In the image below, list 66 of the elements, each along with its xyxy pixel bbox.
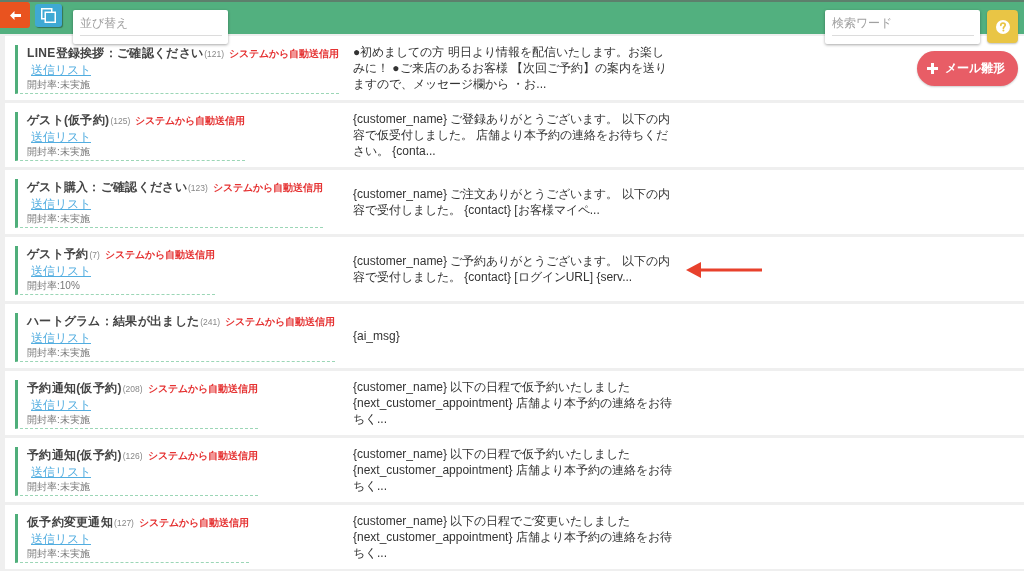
count-label: (208) [122,382,143,396]
send-list-link[interactable]: 送信リスト [31,262,91,279]
open-rate-text: 開封率:未実施 [27,479,90,493]
template-row[interactable]: ハートグラム：結果が出ました(241) システムから自動送信用 送信リスト 開封率:未実施 {ai_msg} [5,304,1024,368]
template-row[interactable]: ゲスト(仮予約)(125) システムから自動送信用 送信リスト 開封率:未実施 {customer_name} ご登録ありがとうございます。 以下の内容で仮受付しました。 店舗より本予約の連絡をお待ちください。 {conta... [5,103,1024,167]
template-row[interactable]: 仮予約変更通知(127) システムから自動送信用 送信リスト 開封率:未実施 {customer_name} 以下の日程でご変更いたしました {next_customer_appointment} 店舗より本予約の連絡をお待ちく... [5,505,1024,569]
message-preview: {customer_name} ご予約ありがとうございます。 以下の内容で受付しました。 {contact} [ログインURL] {serv... [353,253,671,285]
template-row[interactable]: 予約通知(仮予約)(126) システムから自動送信用 送信リスト 開封率:未実施 {customer_name} 以下の日程で仮予約いたしました {next_customer_appointment} 店舗より本予約の連絡をお待ちく... [5,438,1024,502]
template-title: ハートグラム：結果が出ました [27,312,200,329]
send-list-link[interactable]: 送信リスト [31,128,91,145]
template-title: 予約通知(仮予約) [27,446,122,463]
message-preview: {customer_name} ご登録ありがとうございます。 以下の内容で仮受付しました。 店舗より本予約の連絡をお待ちください。 {conta... [353,111,671,159]
send-list-link[interactable]: 送信リスト [31,396,91,413]
open-rate-text: 開封率:未実施 [27,412,90,426]
template-title: ゲスト購入：ご確認ください [27,178,187,195]
send-list-link[interactable]: 送信リスト [31,61,91,78]
count-label: (125) [110,114,131,128]
count-label: (127) [114,516,134,530]
sort-field[interactable]: 並び替え [73,10,228,44]
count-label: (241) [200,315,221,329]
auto-send-label: システムから自動送信用 [135,113,246,128]
count-label: (123) [187,181,208,195]
message-preview: {customer_name} ご注文ありがとうございます。 以下の内容で受付しました。 {contact} [お客様マイペ... [353,186,671,218]
send-list-link[interactable]: 送信リスト [31,463,91,480]
open-rate-text: 開封率:10% [27,278,80,292]
template-title: LINE登録挨拶：ご確認ください [27,44,204,61]
template-title: 仮予約変更通知 [27,513,114,530]
message-preview: {ai_msg} [353,328,401,344]
auto-send-label: システムから自動送信用 [229,46,339,61]
template-title: ゲスト予約 [27,245,89,262]
copy-icon [41,8,56,23]
template-row[interactable]: ゲスト予約(7) システムから自動送信用 送信リスト 開封率:10% {customer_name} ご予約ありがとうございます。 以下の内容で受付しました。 {contact} [ログインURL] {serv... [5,237,1024,301]
message-preview: {customer_name} 以下の日程でご変更いたしました {next_customer_appointment} 店舗より本予約の連絡をお待ちく... [353,513,673,561]
template-row[interactable]: ゲスト購入：ご確認ください(123) システムから自動送信用 送信リスト 開封率:未実施 {customer_name} ご注文ありがとうございます。 以下の内容で受付しました。 {contact} [お客様マイペ... [5,170,1024,234]
help-icon [995,19,1010,34]
template-row[interactable]: 予約通知(仮予約)(208) システムから自動送信用 送信リスト 開封率:未実施 {customer_name} 以下の日程で仮予約いたしました {next_customer_appointment} 店舗より本予約の連絡をお待ちく... [5,371,1024,435]
count-label: (7) [89,248,100,262]
open-rate-text: 開封率:未実施 [27,345,90,359]
back-button[interactable] [0,2,30,28]
plus-icon [927,62,938,74]
auto-send-label: システムから自動送信用 [212,180,323,195]
search-field[interactable]: 検索ワード [825,10,980,44]
template-row[interactable]: LINE登録挨拶：ご確認ください(121) システムから自動送信用 送信リスト 開封率:未実施 ●初めましての方 明日より情報を配信いたします。お楽しみに！ ●ご来店のあるお客様 【次回ご予約】の案内を送りますので、メッセージ欄から ・お... メール雛形 [5,36,1024,100]
open-rate-text: 開封率:未実施 [27,144,90,158]
send-list-link[interactable]: 送信リスト [31,329,91,346]
auto-send-label: システムから自動送信用 [225,314,336,329]
copy-button[interactable] [35,4,62,27]
send-list-link[interactable]: 送信リスト [31,530,91,547]
open-rate-text: 開封率:未実施 [27,546,90,560]
template-title: ゲスト(仮予約) [27,111,110,128]
add-template-button[interactable]: メール雛形 [917,50,1018,86]
auto-send-label: システムから自動送信用 [138,515,249,530]
send-list-link[interactable]: 送信リスト [31,195,91,212]
count-label: (121) [204,47,224,61]
open-rate-text: 開封率:未実施 [27,211,90,225]
message-preview: ●初めましての方 明日より情報を配信いたします。お楽しみに！ ●ご来店のあるお客様 【次回ご予約】の案内を送りますので、メッセージ欄から ・お... [353,44,668,92]
message-preview: {customer_name} 以下の日程で仮予約いたしました {next_customer_appointment} 店舗より本予約の連絡をお待ちく... [353,446,673,494]
template-title: 予約通知(仮予約) [27,379,122,396]
help-button[interactable] [987,10,1018,43]
message-preview: {customer_name} 以下の日程で仮予約いたしました {next_customer_appointment} 店舗より本予約の連絡をお待ちく... [353,379,673,427]
arrow-left-icon [9,10,21,20]
open-rate-text: 開封率:未実施 [27,77,90,91]
auto-send-label: システムから自動送信用 [104,247,215,262]
auto-send-label: システムから自動送信用 [147,381,258,396]
count-label: (126) [122,449,143,463]
auto-send-label: システムから自動送信用 [147,448,258,463]
